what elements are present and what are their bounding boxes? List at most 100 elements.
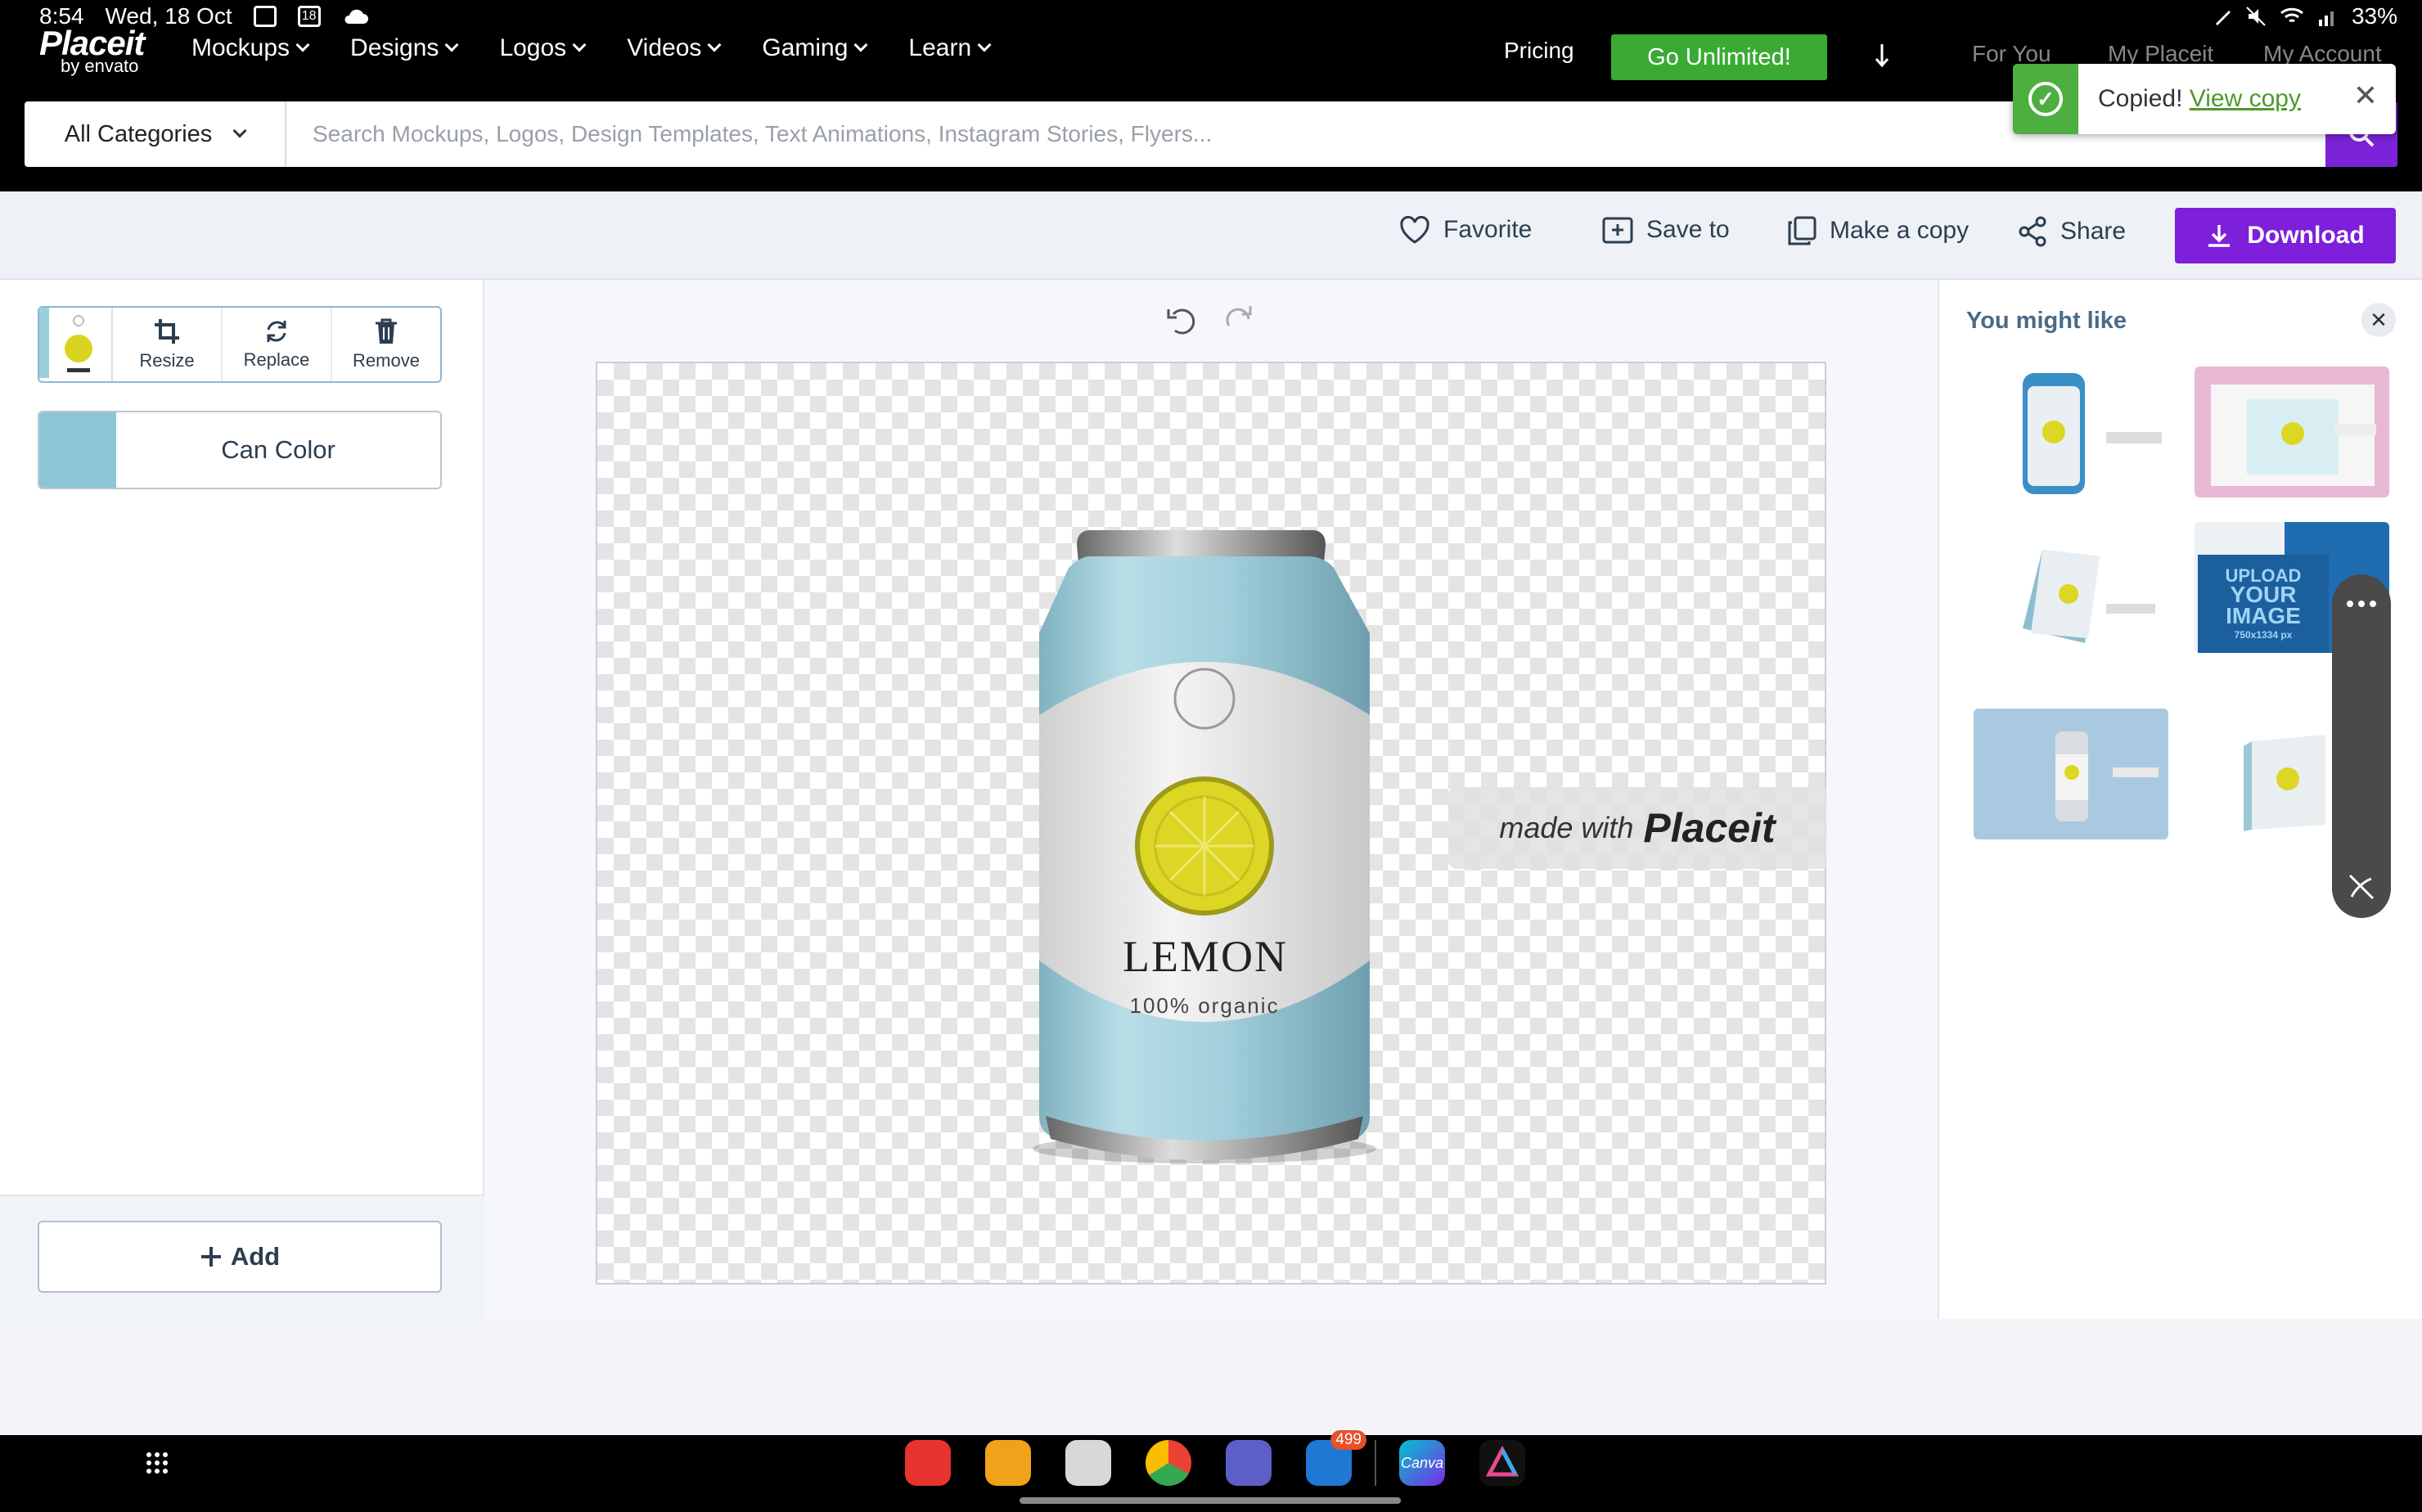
nav-item-label: Mockups — [191, 34, 290, 61]
taskbar-apps: 499 Canva — [905, 1430, 1525, 1486]
close-icon[interactable]: ✕ — [2353, 79, 2378, 113]
panel-title: You might like — [1966, 308, 2127, 334]
category-select[interactable]: All Categories — [25, 101, 286, 167]
nav-menu: Mockups Designs Logos Videos Gaming Lear… — [191, 34, 992, 62]
replace-button[interactable]: Replace — [223, 308, 332, 381]
chevron-down-icon — [295, 38, 310, 52]
save-to-button[interactable]: Save to — [1602, 216, 1730, 244]
share-button[interactable]: Share — [2018, 216, 2126, 247]
nav-item-gaming[interactable]: Gaming — [762, 34, 868, 62]
teams-icon[interactable] — [1226, 1440, 1272, 1486]
chevron-down-icon — [977, 38, 992, 52]
triangle-logo-icon — [1485, 1445, 1519, 1477]
taskbar-divider — [1375, 1440, 1376, 1486]
app-icon-terminal[interactable] — [1065, 1440, 1111, 1486]
cloud-icon — [344, 9, 368, 24]
hide-toolbar-icon[interactable] — [2347, 872, 2376, 902]
undo-icon[interactable] — [1165, 303, 1200, 337]
nav-item-label: Learn — [908, 34, 972, 61]
nav-item-logos[interactable]: Logos — [499, 34, 587, 62]
nav-item-mockups[interactable]: Mockups — [191, 34, 310, 62]
copied-toast: ✓ Copied! View copy ✕ — [2013, 64, 2396, 134]
suggestion-phone-case[interactable] — [1974, 367, 2168, 497]
placeit-watermark: made with Placeit — [1448, 787, 1826, 869]
upload-image-label: UPLOAD YOUR IMAGE 750x1334 px — [2198, 555, 2329, 653]
android-taskbar: 499 Canva — [0, 1430, 2422, 1512]
heart-icon — [1400, 216, 1429, 244]
page-footer-space — [0, 1319, 2422, 1435]
pen-icon — [2215, 11, 2231, 25]
left-panel: Resize Replace Remove Can Color Add — [0, 280, 484, 1319]
nav-item-videos[interactable]: Videos — [627, 34, 722, 62]
redo-icon[interactable] — [1221, 303, 1255, 337]
mockup-canvas[interactable]: LEMON 100% organic made with Placeit — [596, 362, 1826, 1285]
editor-toolbar: Favorite Save to Make a copy Share Downl… — [0, 191, 2422, 280]
color-swatch[interactable] — [39, 412, 116, 488]
outlook-icon[interactable]: 499 — [1306, 1430, 1366, 1486]
download-icon — [2208, 225, 2231, 247]
chevron-down-icon — [232, 124, 247, 138]
mail-badge: 499 — [1330, 1430, 1366, 1450]
go-unlimited-button[interactable]: Go Unlimited! — [1611, 34, 1827, 80]
copy-icon — [1788, 216, 1816, 245]
folder-plus-icon — [1602, 217, 1633, 244]
app-drawer-icon[interactable] — [146, 1451, 175, 1481]
suggestion-book[interactable] — [1974, 522, 2168, 653]
suggestion-can[interactable] — [1974, 709, 2168, 839]
can-color-label: Can Color — [221, 435, 335, 464]
left-panel-footer: Add — [0, 1195, 484, 1319]
category-label: All Categories — [64, 120, 213, 147]
save-to-label: Save to — [1646, 216, 1730, 243]
download-label: Download — [2247, 222, 2365, 249]
can-color-picker[interactable]: Can Color — [38, 411, 442, 489]
suggestion-laptop[interactable] — [2195, 367, 2389, 497]
watermark-prefix: made with — [1499, 811, 1634, 844]
resize-label: Resize — [139, 350, 195, 371]
layer-thumbnail[interactable] — [39, 308, 113, 381]
check-icon: ✓ — [2028, 82, 2063, 116]
nav-item-label: Gaming — [762, 34, 849, 61]
can-tagline-text: 100% organic — [1129, 993, 1280, 1018]
placeit-logo[interactable]: Placeit by envato — [39, 24, 145, 76]
make-copy-button[interactable]: Make a copy — [1787, 216, 1969, 245]
download-arrow-icon[interactable] — [1874, 41, 1890, 70]
share-icon — [2019, 216, 2046, 247]
nav-item-learn[interactable]: Learn — [908, 34, 992, 62]
replace-label: Replace — [243, 349, 310, 370]
remove-label: Remove — [353, 350, 420, 371]
add-label: Add — [230, 1242, 281, 1271]
chevron-down-icon — [572, 38, 587, 52]
plus-icon — [200, 1247, 221, 1267]
add-button[interactable]: Add — [38, 1221, 442, 1293]
home-indicator[interactable] — [1020, 1497, 1401, 1504]
favorite-label: Favorite — [1443, 216, 1533, 243]
download-button[interactable]: Download — [2175, 208, 2396, 263]
nav-item-label: Logos — [499, 34, 567, 61]
lemon-label-thumbnail — [39, 308, 110, 378]
chevron-down-icon — [853, 38, 868, 52]
app-icon-notes[interactable] — [905, 1440, 951, 1486]
refresh-icon — [267, 321, 286, 342]
logo-text: Placeit — [39, 24, 145, 62]
logo-subtext: by envato — [61, 56, 139, 76]
view-copy-link[interactable]: View copy — [2190, 85, 2301, 112]
canva-icon[interactable]: Canva — [1399, 1440, 1445, 1486]
resize-button[interactable]: Resize — [113, 308, 223, 381]
nav-item-label: Designs — [350, 34, 439, 61]
remove-button[interactable]: Remove — [332, 308, 440, 381]
app-icon-drive[interactable] — [1479, 1440, 1525, 1486]
signal-icon — [2318, 11, 2334, 26]
close-icon[interactable]: ✕ — [2361, 303, 2396, 337]
favorite-button[interactable]: Favorite — [1399, 216, 1532, 244]
trash-icon — [376, 318, 397, 344]
image-word: IMAGE — [2226, 603, 2301, 628]
nav-item-label: Videos — [627, 34, 702, 61]
wifi-icon — [2280, 7, 2303, 23]
pricing-link[interactable]: Pricing — [1504, 38, 1574, 64]
floating-side-toolbar[interactable] — [2332, 574, 2391, 918]
more-icon[interactable] — [2345, 599, 2378, 609]
nav-item-designs[interactable]: Designs — [350, 34, 459, 62]
app-icon-files[interactable] — [985, 1440, 1031, 1486]
chrome-icon[interactable] — [1146, 1440, 1191, 1486]
share-label: Share — [2060, 218, 2127, 245]
